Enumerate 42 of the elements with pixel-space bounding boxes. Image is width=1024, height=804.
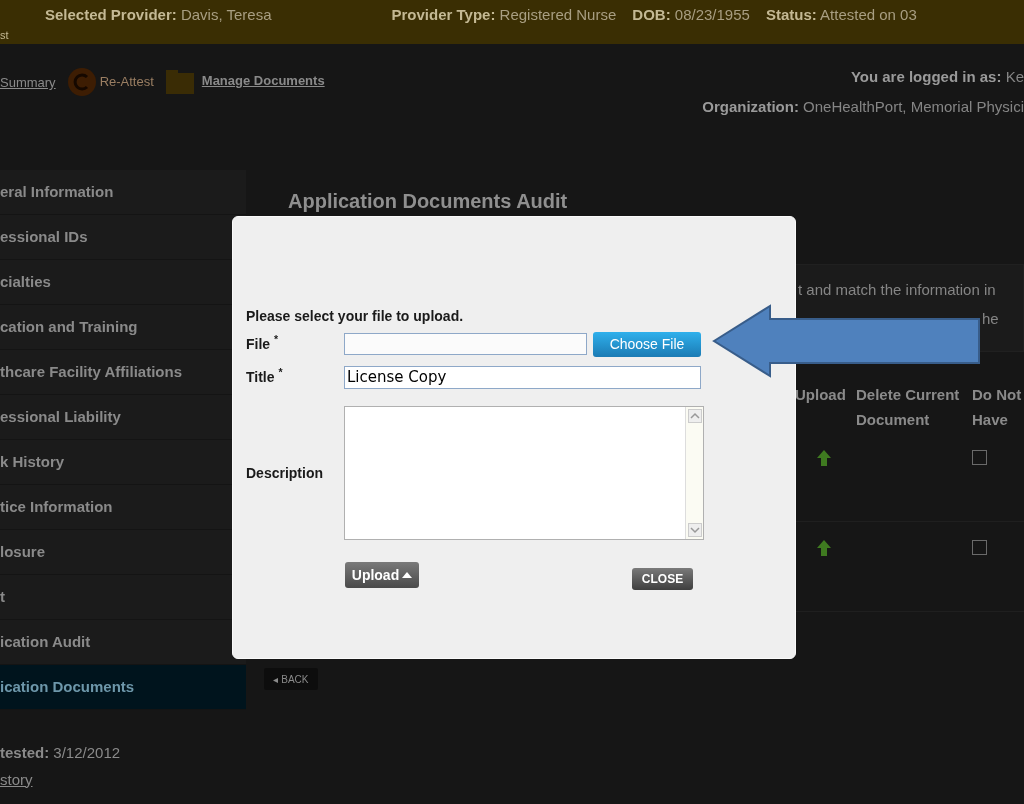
re-attest-link[interactable]: Re-Attest xyxy=(99,72,154,92)
back-button[interactable]: ◂ BACK xyxy=(264,668,318,690)
checkbox[interactable] xyxy=(972,450,987,465)
provider-field: Status: Attested on 03 xyxy=(765,3,917,27)
file-path-field[interactable] xyxy=(344,333,587,355)
organization-text: Organization: OneHealthPort, Memorial Physici xyxy=(702,96,1024,117)
manage-documents-link[interactable]: Manage Documents xyxy=(201,71,325,91)
upload-button[interactable]: Upload xyxy=(345,562,419,588)
column-header: Delete Current Document xyxy=(856,385,961,430)
scroll-up-icon[interactable] xyxy=(687,409,702,423)
upload-arrow-icon xyxy=(817,450,831,466)
checkbox[interactable] xyxy=(972,540,987,555)
provider-field: DOB: 08/23/1955 xyxy=(632,3,750,27)
field-label: Title $^{*}$ xyxy=(246,366,284,387)
column-header: Do Not Have xyxy=(972,385,1022,430)
header-text: st xyxy=(0,30,9,41)
folder-icon xyxy=(165,68,194,94)
history-link[interactable]: story xyxy=(0,768,33,791)
column-header: Upload xyxy=(795,385,847,405)
description-field[interactable] xyxy=(344,406,704,540)
provider-field: Provider Type: Registered Nurse xyxy=(391,3,617,27)
field-label: File $^{*}$ xyxy=(246,333,280,354)
sidebar-item[interactable]: eral Information xyxy=(0,170,246,215)
field-label: Description xyxy=(246,463,324,483)
summary-link[interactable]: Summary xyxy=(0,73,56,93)
sidebar-item[interactable]: ication Audit xyxy=(0,620,246,665)
sidebar-item[interactable]: ication Documents xyxy=(0,665,246,710)
dialog-prompt: Please select your file to upload. xyxy=(246,307,465,326)
caret-up-icon xyxy=(402,572,413,578)
sidebar-item[interactable]: essional IDs xyxy=(0,215,246,260)
scrollbar[interactable] xyxy=(685,407,703,539)
attested-date: tested: 3/12/2012 xyxy=(0,743,122,763)
close-button[interactable]: CLOSE xyxy=(632,568,693,590)
logged-in-text: You are logged in as: Ke xyxy=(850,67,1024,87)
notice-text: t and match the information in xyxy=(798,280,996,300)
notice-text: he xyxy=(982,308,999,329)
title-field[interactable]: License Copy xyxy=(344,365,701,389)
page-title: Application Documents Audit xyxy=(287,189,569,214)
provider-field: Selected Provider: Davis, Teresa xyxy=(45,3,272,27)
choose-file-button[interactable]: Choose File xyxy=(593,331,701,357)
upload-arrow-icon xyxy=(817,540,831,556)
scroll-down-icon[interactable] xyxy=(687,523,702,537)
